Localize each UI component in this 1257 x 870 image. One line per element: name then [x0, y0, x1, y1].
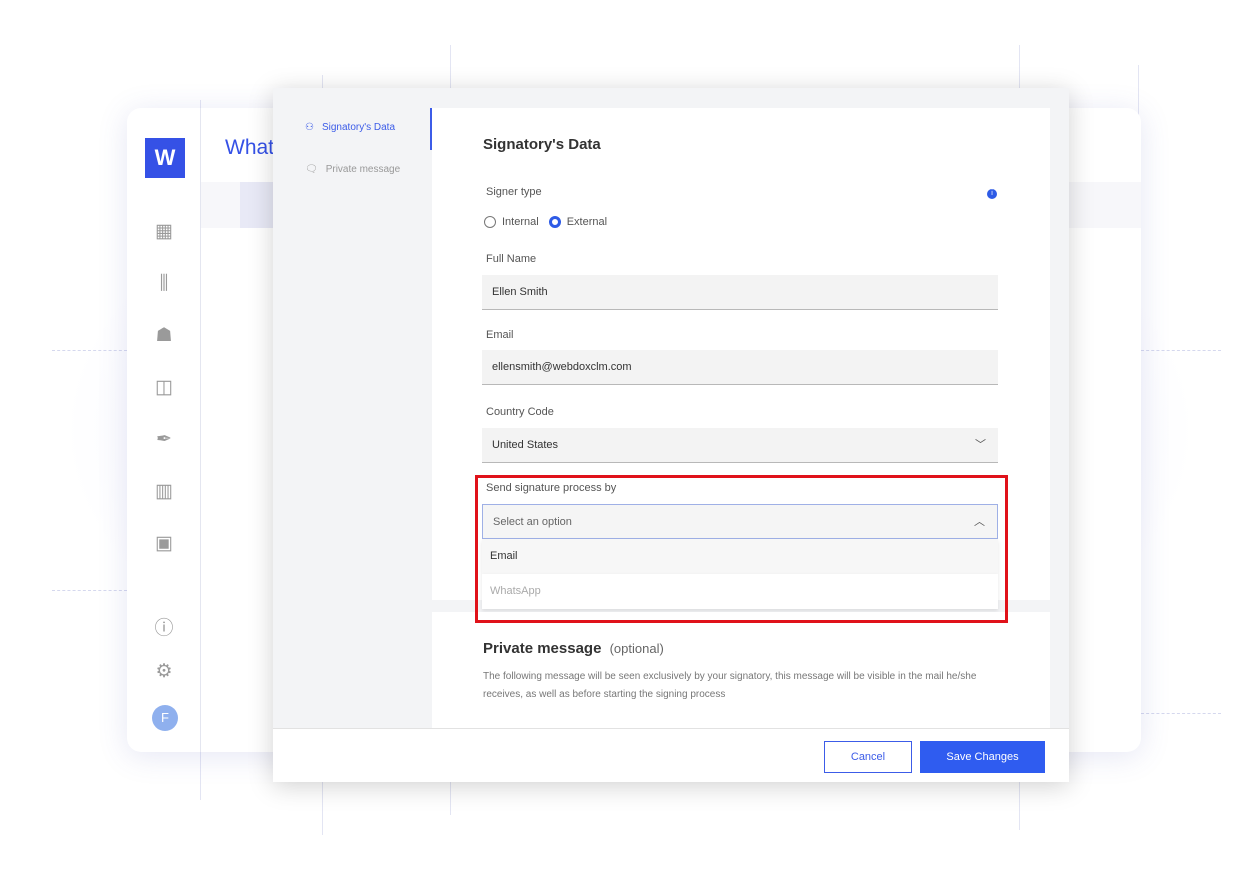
- gear-icon[interactable]: ⚙: [153, 661, 175, 683]
- avatar[interactable]: F: [152, 705, 178, 731]
- contacts-icon[interactable]: ☗: [153, 325, 175, 347]
- info-icon[interactable]: i: [987, 189, 997, 199]
- signer-type-label: Signer type: [486, 186, 542, 198]
- signer-type-radios: Internal External: [484, 216, 607, 228]
- save-changes-button[interactable]: Save Changes: [920, 741, 1045, 773]
- signatory-icon: ⚇: [305, 122, 314, 133]
- inbox-icon[interactable]: ▣: [153, 533, 175, 555]
- signature-icon[interactable]: ✒: [153, 429, 175, 451]
- radio-internal[interactable]: [484, 216, 496, 228]
- grid-line: [52, 590, 127, 591]
- library-icon[interactable]: ⫼: [153, 273, 175, 295]
- modules-icon[interactable]: ◫: [153, 377, 175, 399]
- radio-label: Internal: [502, 216, 539, 228]
- nav-private-message[interactable]: 🗨 Private message: [305, 164, 400, 175]
- email-input[interactable]: ellensmith@webdoxclm.com: [482, 350, 998, 385]
- grid-line: [1141, 350, 1221, 351]
- country-code-select[interactable]: United States ﹀: [482, 428, 998, 463]
- chevron-down-icon: ﹀: [975, 439, 986, 451]
- private-message-description: The following message will be seen exclu…: [483, 671, 977, 700]
- nav-label: Signatory's Data: [321, 122, 396, 133]
- cancel-button[interactable]: Cancel: [824, 741, 912, 773]
- optional-text: (optional): [609, 641, 664, 656]
- grid-line: [52, 350, 127, 351]
- full-name-label: Full Name: [486, 253, 537, 265]
- help-icon[interactable]: ⓘ: [153, 618, 175, 640]
- section-title: Signatory's Data: [483, 136, 601, 153]
- country-code-label: Country Code: [486, 406, 554, 418]
- modal-nav: ⚇ Signatory's Data 🗨 Private message: [273, 88, 432, 728]
- page-title: What: [225, 136, 275, 159]
- signatory-modal: ⚇ Signatory's Data 🗨 Private message Sig…: [273, 88, 1069, 782]
- private-message-title: Private message (optional): [483, 640, 664, 657]
- highlight-box: [475, 475, 1008, 623]
- sidebar: W ▦ ⫼ ☗ ◫ ✒ ▥ ▣ ⓘ ⚙ F: [127, 108, 201, 752]
- email-label: Email: [486, 329, 514, 341]
- select-value: United States: [492, 439, 559, 451]
- nav-label: Private message: [325, 164, 401, 175]
- radio-external[interactable]: [548, 216, 561, 228]
- private-message-panel: Private message (optional) The following…: [432, 612, 1050, 728]
- logo: W: [145, 138, 185, 178]
- chat-icon: 🗨: [305, 164, 318, 175]
- title-text: Private message: [483, 640, 602, 657]
- grid-line: [1141, 713, 1221, 714]
- full-name-input[interactable]: Ellen Smith: [482, 275, 998, 310]
- radio-label: External: [566, 216, 608, 228]
- nav-signatory-data[interactable]: ⚇ Signatory's Data: [305, 122, 395, 133]
- modal-footer: Cancel Save Changes: [273, 728, 1069, 782]
- dashboard-icon[interactable]: ▦: [153, 221, 175, 243]
- reports-icon[interactable]: ▥: [153, 481, 175, 503]
